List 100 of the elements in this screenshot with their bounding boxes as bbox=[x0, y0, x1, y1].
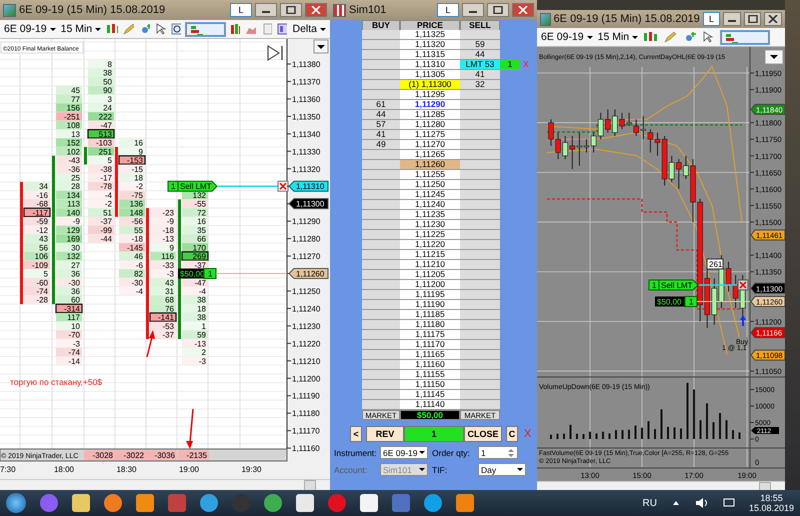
buy-cell[interactable] bbox=[362, 310, 400, 320]
sell-cell[interactable] bbox=[460, 90, 500, 100]
ask-size-cell[interactable]: 44 bbox=[460, 50, 500, 60]
scrollbar[interactable] bbox=[0, 479, 330, 490]
price-cell[interactable]: 1,11155 bbox=[400, 370, 460, 380]
buy-cell[interactable] bbox=[362, 50, 400, 60]
taskbar-icon[interactable] bbox=[40, 494, 58, 512]
price-cell[interactable]: 1,11160 bbox=[400, 360, 460, 370]
sell-cell[interactable] bbox=[460, 300, 500, 310]
price-cell[interactable]: 1,11230 bbox=[400, 220, 460, 230]
sell-cell[interactable] bbox=[460, 350, 500, 360]
pointer-icon[interactable] bbox=[154, 23, 166, 35]
instrument-select[interactable]: 6E 09-19 bbox=[380, 446, 428, 459]
close-button[interactable] bbox=[764, 12, 782, 26]
bid-size-cell[interactable]: 57 bbox=[362, 120, 400, 130]
buy-cell[interactable] bbox=[362, 90, 400, 100]
ask-size-cell[interactable]: LMT 53 bbox=[460, 60, 500, 70]
zoom-icon[interactable] bbox=[170, 23, 182, 35]
layout-icon[interactable] bbox=[276, 23, 288, 35]
sell-cell[interactable] bbox=[460, 310, 500, 320]
tif-select[interactable]: Day bbox=[478, 463, 526, 476]
study-dropdown[interactable]: Delta bbox=[292, 23, 326, 35]
cancel-order-icon[interactable] bbox=[278, 180, 288, 192]
buy-cell[interactable] bbox=[362, 300, 400, 310]
sell-cell[interactable] bbox=[460, 290, 500, 300]
price-cell[interactable]: 1,11280 bbox=[400, 120, 460, 130]
taskbar-icon[interactable] bbox=[360, 494, 378, 512]
sell-cell[interactable] bbox=[460, 390, 500, 400]
taskbar-icon[interactable] bbox=[424, 494, 442, 512]
price-cell[interactable]: 1,11260 bbox=[400, 160, 460, 170]
sell-cell[interactable] bbox=[460, 230, 500, 240]
price-cell[interactable]: 1,11205 bbox=[400, 270, 460, 280]
price-cell[interactable]: 1,11265 bbox=[400, 150, 460, 160]
bid-size-cell[interactable]: 41 bbox=[362, 130, 400, 140]
sell-cell[interactable] bbox=[460, 260, 500, 270]
sell-cell[interactable] bbox=[460, 340, 500, 350]
buy-cell[interactable] bbox=[362, 170, 400, 180]
buy-cell[interactable] bbox=[362, 330, 400, 340]
buy-cell[interactable] bbox=[362, 320, 400, 330]
scroll-thumb[interactable] bbox=[304, 480, 316, 490]
sell-cell[interactable] bbox=[460, 140, 500, 150]
price-cell[interactable]: 1,11200 bbox=[400, 280, 460, 290]
order-qty-field[interactable]: 1 bbox=[478, 446, 518, 459]
price-cell[interactable]: 1,11285 bbox=[400, 110, 460, 120]
buy-cell[interactable] bbox=[362, 380, 400, 390]
close-button[interactable] bbox=[305, 3, 327, 17]
buy-cell[interactable] bbox=[362, 220, 400, 230]
maximize-button[interactable] bbox=[280, 3, 302, 17]
maximize-button[interactable] bbox=[487, 3, 509, 17]
page-icon[interactable] bbox=[261, 23, 272, 35]
bid-size-cell[interactable]: 44 bbox=[362, 110, 400, 120]
sell-cell[interactable] bbox=[460, 210, 500, 220]
link-button[interactable]: L bbox=[702, 12, 720, 26]
bid-size-cell[interactable]: 61 bbox=[362, 100, 400, 110]
price-cell[interactable]: 1,11295 bbox=[400, 90, 460, 100]
buy-cell[interactable] bbox=[362, 230, 400, 240]
sell-cell[interactable] bbox=[460, 380, 500, 390]
buy-cell[interactable] bbox=[362, 280, 400, 290]
price-cell[interactable]: 1,11240 bbox=[400, 200, 460, 210]
sell-cell[interactable] bbox=[460, 220, 500, 230]
sell-cell[interactable] bbox=[460, 270, 500, 280]
action-button[interactable]: CLOSE bbox=[464, 426, 502, 442]
buy-cell[interactable] bbox=[362, 30, 400, 40]
buy-cell[interactable] bbox=[362, 160, 400, 170]
minimize-button[interactable] bbox=[462, 3, 484, 17]
buy-cell[interactable] bbox=[362, 290, 400, 300]
candles-icon[interactable] bbox=[643, 31, 660, 43]
buy-cell[interactable] bbox=[362, 400, 400, 410]
close-button[interactable] bbox=[512, 3, 534, 17]
scrollbar[interactable] bbox=[537, 481, 785, 490]
maximize-button[interactable] bbox=[744, 12, 762, 26]
buy-cell[interactable] bbox=[362, 180, 400, 190]
sell-cell[interactable] bbox=[460, 190, 500, 200]
price-cell[interactable]: 1,11180 bbox=[400, 320, 460, 330]
buy-cell[interactable] bbox=[362, 370, 400, 380]
crosshair-icon[interactable] bbox=[683, 31, 698, 43]
sell-cell[interactable] bbox=[460, 100, 500, 110]
buy-cell[interactable] bbox=[362, 200, 400, 210]
cancel-order-icon[interactable] bbox=[738, 279, 748, 290]
taskbar-icon[interactable] bbox=[456, 494, 474, 512]
bars-icon[interactable] bbox=[230, 23, 240, 35]
action-button[interactable]: REV bbox=[366, 426, 404, 442]
sell-cell[interactable] bbox=[460, 330, 500, 340]
footprint-icon[interactable] bbox=[721, 30, 770, 44]
candles-icon[interactable] bbox=[106, 23, 118, 35]
sell-cell[interactable] bbox=[460, 370, 500, 380]
price-cell[interactable]: 1,11190 bbox=[400, 300, 460, 310]
clock[interactable]: 18:55 15.08.2019 bbox=[748, 493, 794, 513]
price-cell[interactable]: 1,11140 bbox=[400, 400, 460, 410]
ask-size-cell[interactable]: 41 bbox=[460, 70, 500, 80]
price-cell[interactable]: 1,11325 bbox=[400, 30, 460, 40]
sell-cell[interactable] bbox=[460, 30, 500, 40]
price-cell[interactable]: 1,11220 bbox=[400, 240, 460, 250]
folder-icon[interactable] bbox=[72, 494, 90, 512]
taskbar-icon[interactable] bbox=[136, 494, 154, 512]
price-cell[interactable]: 1,11225 bbox=[400, 230, 460, 240]
price-cell[interactable]: 1,11275 bbox=[400, 130, 460, 140]
sell-cell[interactable] bbox=[460, 200, 500, 210]
taskbar-icon[interactable] bbox=[296, 494, 314, 512]
pencil-icon[interactable] bbox=[123, 23, 134, 35]
